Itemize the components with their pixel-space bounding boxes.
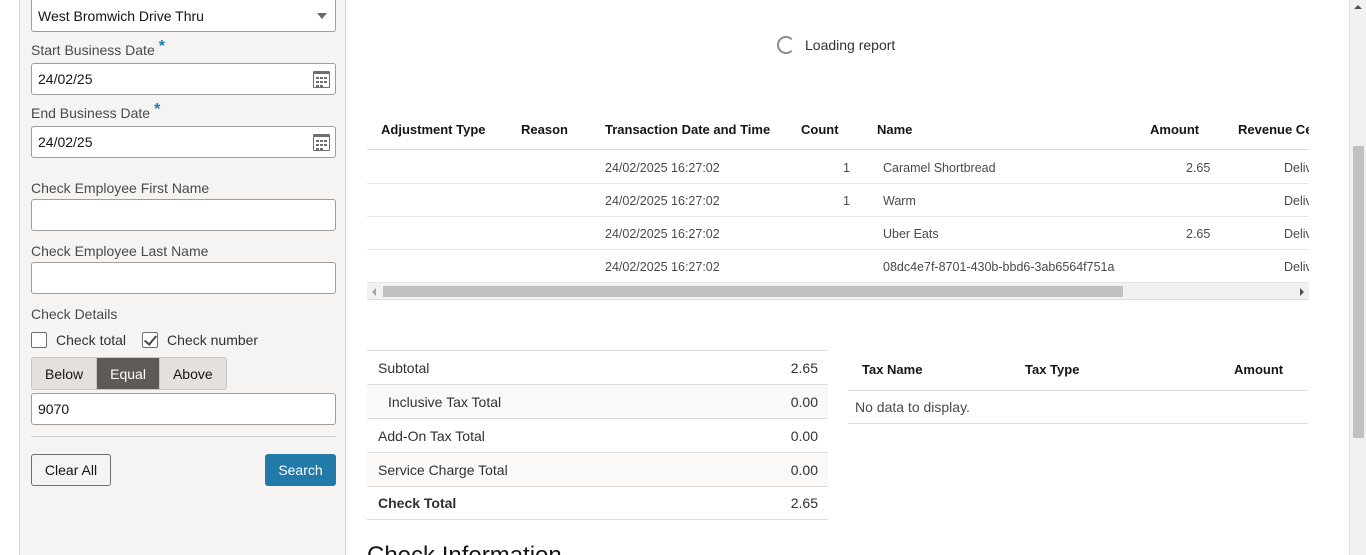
subtotal-label: Subtotal (378, 359, 430, 376)
col-name[interactable]: Name (877, 122, 912, 137)
first-name-input[interactable] (31, 199, 336, 231)
scroll-right-icon[interactable] (1300, 288, 1304, 296)
service-charge-label: Service Charge Total (378, 461, 508, 478)
check-number-input[interactable]: 9070 (31, 393, 336, 425)
check-details-options: Check total Check number (31, 330, 274, 350)
check-details-label: Check Details (31, 306, 118, 322)
check-total-row-label: Check Total (378, 495, 457, 511)
loading-spinner-icon (777, 36, 795, 54)
location-select-value: West Bromwich Drive Thru (38, 8, 204, 24)
start-date-value: 24/02/25 (38, 71, 93, 87)
loading-text: Loading report (805, 37, 896, 53)
col-revenue-center[interactable]: Revenue Cer (1238, 122, 1309, 137)
check-total-row: Check Total 2.65 (367, 486, 828, 520)
start-date-input[interactable]: 24/02/25 (31, 63, 336, 95)
inclusive-tax-row: Inclusive Tax Total 0.00 (367, 384, 828, 418)
subtotal-row: Subtotal 2.65 (367, 350, 828, 384)
cell-amount: 2.65 (1186, 227, 1211, 241)
scroll-up-icon[interactable] (1354, 5, 1362, 9)
scroll-thumb[interactable] (1353, 146, 1364, 438)
col-adjustment-type[interactable]: Adjustment Type (381, 122, 486, 137)
addon-tax-label: Add-On Tax Total (378, 427, 485, 444)
search-button[interactable]: Search (265, 454, 336, 486)
cell-name: Caramel Shortbread (883, 161, 996, 175)
cell-name: Uber Eats (883, 227, 939, 241)
calendar-icon[interactable] (313, 134, 330, 151)
left-gutter (0, 0, 20, 555)
compare-segmented-control: Below Equal Above (31, 357, 227, 390)
last-name-input[interactable] (31, 262, 336, 294)
last-name-label: Check Employee Last Name (31, 243, 209, 259)
addon-tax-value: 0.00 (790, 427, 818, 444)
col-tax-amount[interactable]: Amount (1234, 362, 1283, 377)
table-header: Adjustment Type Reason Transaction Date … (367, 110, 1309, 150)
table-row[interactable]: 24/02/2025 16:27:02 08dc4e7f-8701-430b-b… (367, 250, 1309, 283)
service-charge-row: Service Charge Total 0.00 (367, 452, 828, 486)
check-number-checkbox[interactable] (142, 332, 159, 348)
filter-panel: West Bromwich Drive Thru Start Business … (20, 0, 346, 555)
tax-table-header: Tax Name Tax Type Amount (848, 350, 1308, 391)
end-date-input[interactable]: 24/02/25 (31, 126, 336, 158)
cell-revenue-center: Deliv (1284, 194, 1309, 208)
cell-count: 1 (843, 194, 850, 208)
col-amount[interactable]: Amount (1150, 122, 1199, 137)
cell-date: 24/02/2025 16:27:02 (605, 161, 720, 175)
cell-date: 24/02/2025 16:27:02 (605, 194, 720, 208)
loading-indicator: Loading report (777, 36, 895, 54)
above-button[interactable]: Above (159, 358, 226, 389)
col-count[interactable]: Count (801, 122, 839, 137)
end-date-value: 24/02/25 (38, 134, 93, 150)
scroll-left-icon[interactable] (372, 288, 376, 296)
check-total-row-value: 2.65 (790, 495, 818, 511)
end-date-label-text: End Business Date (31, 105, 151, 121)
check-information-heading: Check Information (367, 542, 562, 555)
scroll-thumb[interactable] (383, 286, 1123, 297)
report-area: Loading report Adjustment Type Reason Tr… (347, 0, 1349, 555)
cell-revenue-center: Deliv (1284, 161, 1309, 175)
calendar-icon[interactable] (313, 71, 330, 88)
cell-count: 1 (843, 161, 850, 175)
table-row[interactable]: 24/02/2025 16:27:02 1 Warm Deliv (367, 184, 1309, 217)
subtotal-value: 2.65 (790, 359, 818, 376)
page-vertical-scrollbar[interactable] (1349, 0, 1366, 555)
col-tax-name[interactable]: Tax Name (862, 362, 922, 377)
required-indicator: * (154, 101, 161, 118)
location-select[interactable]: West Bromwich Drive Thru (31, 0, 336, 32)
service-charge-value: 0.00 (790, 461, 818, 478)
totals-table: Subtotal 2.65 Inclusive Tax Total 0.00 A… (367, 350, 828, 520)
end-date-label: End Business Date * (31, 101, 160, 123)
clear-all-button[interactable]: Clear All (31, 454, 111, 486)
check-total-label: Check total (56, 332, 127, 348)
cell-name: 08dc4e7f-8701-430b-bbd6-3ab6564f751a (883, 260, 1115, 274)
col-reason[interactable]: Reason (521, 122, 568, 137)
inclusive-tax-value: 0.00 (790, 393, 818, 410)
divider (31, 436, 336, 437)
inclusive-tax-label: Inclusive Tax Total (388, 393, 502, 410)
cell-name: Warm (883, 194, 916, 208)
cell-date: 24/02/2025 16:27:02 (605, 260, 720, 274)
adjustments-table: Adjustment Type Reason Transaction Date … (367, 110, 1309, 301)
cell-date: 24/02/2025 16:27:02 (605, 227, 720, 241)
cell-revenue-center: Deliv (1284, 260, 1309, 274)
chevron-down-icon (317, 13, 327, 19)
col-tax-type[interactable]: Tax Type (1025, 362, 1079, 377)
tax-empty-message: No data to display. (848, 391, 1308, 424)
required-indicator: * (158, 38, 165, 55)
table-row[interactable]: 24/02/2025 16:27:02 1 Caramel Shortbread… (367, 151, 1309, 184)
table-horizontal-scrollbar[interactable] (367, 283, 1309, 300)
start-date-label: Start Business Date * (31, 38, 165, 60)
below-button[interactable]: Below (32, 358, 98, 389)
cell-revenue-center: Deliv (1284, 227, 1309, 241)
tax-table: Tax Name Tax Type Amount No data to disp… (848, 350, 1308, 424)
table-row[interactable]: 24/02/2025 16:27:02 Uber Eats 2.65 Deliv (367, 217, 1309, 250)
first-name-label: Check Employee First Name (31, 180, 210, 196)
col-transaction-date[interactable]: Transaction Date and Time (605, 122, 770, 137)
check-total-checkbox[interactable] (31, 332, 47, 348)
addon-tax-row: Add-On Tax Total 0.00 (367, 418, 828, 452)
start-date-label-text: Start Business Date (31, 42, 155, 58)
check-number-label: Check number (167, 332, 259, 348)
equal-button[interactable]: Equal (97, 358, 160, 389)
cell-amount: 2.65 (1186, 161, 1211, 175)
